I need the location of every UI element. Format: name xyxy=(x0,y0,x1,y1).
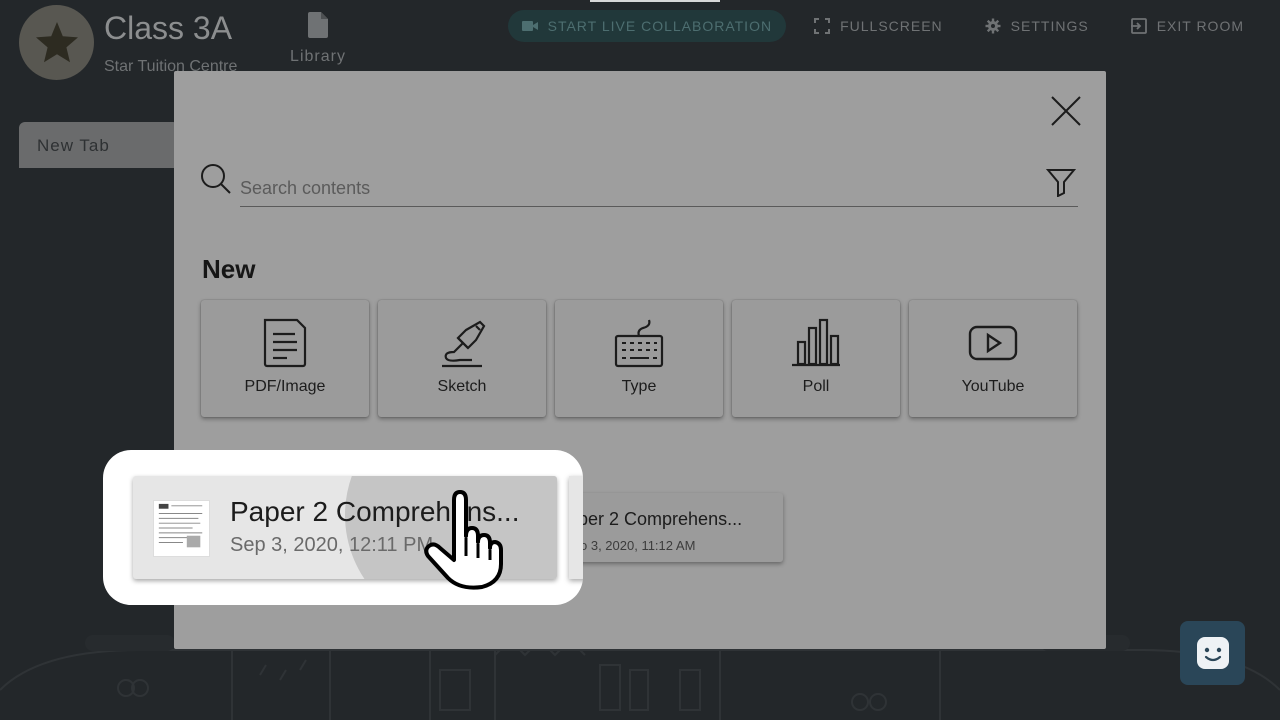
settings-label: SETTINGS xyxy=(1010,18,1089,34)
video-camera-icon xyxy=(521,21,538,31)
fullscreen-icon xyxy=(814,18,831,34)
new-item-label: Poll xyxy=(802,378,830,395)
new-tab-label: New Tab xyxy=(37,136,110,155)
exit-icon xyxy=(1130,18,1147,34)
file-thumbnail xyxy=(153,500,210,557)
smiley-face-icon xyxy=(1196,637,1229,669)
new-content-options: PDF/Image Sketch Type Poll YouTube xyxy=(201,300,1077,417)
search-input[interactable] xyxy=(240,161,1078,207)
search-icon xyxy=(201,164,231,194)
fullscreen-label: FULLSCREEN xyxy=(840,18,943,34)
new-item-label: Sketch xyxy=(437,378,487,395)
recent-file-date: o 3, 2020, 11:12 AM xyxy=(580,538,696,553)
keyboard-icon xyxy=(614,319,664,368)
file-icon xyxy=(308,12,328,38)
new-item-label: Type xyxy=(621,378,657,395)
document-icon xyxy=(263,318,307,368)
exit-room-button[interactable]: EXIT ROOM xyxy=(1117,10,1258,42)
recent-file-name: per 2 Comprehens... xyxy=(578,509,743,529)
search-bar xyxy=(200,161,1080,207)
chat-assistant-button[interactable] xyxy=(1180,621,1245,685)
recent-file-date: Sep 3, 2020, 12:11 PM xyxy=(230,534,434,556)
fullscreen-button[interactable]: FULLSCREEN xyxy=(800,10,957,42)
new-type-button[interactable]: Type xyxy=(555,300,723,417)
recent-file-card-edge xyxy=(569,476,583,579)
play-icon xyxy=(968,325,1018,361)
new-youtube-button[interactable]: YouTube xyxy=(909,300,1077,417)
top-indicator-line xyxy=(590,0,720,2)
start-live-collaboration-button[interactable]: START LIVE COLLABORATION xyxy=(507,10,787,42)
library-button[interactable]: Library xyxy=(282,12,354,66)
room-avatar xyxy=(19,5,94,80)
top-toolbar: START LIVE COLLABORATION FULLSCREEN SETT… xyxy=(507,10,1258,42)
new-item-label: YouTube xyxy=(961,378,1025,395)
new-pdf-image-button[interactable]: PDF/Image xyxy=(201,300,369,417)
new-poll-button[interactable]: Poll xyxy=(732,300,900,417)
new-sketch-button[interactable]: Sketch xyxy=(378,300,546,417)
live-label: START LIVE COLLABORATION xyxy=(547,18,773,34)
exit-room-label: EXIT ROOM xyxy=(1156,18,1244,34)
gear-icon xyxy=(985,18,1001,34)
settings-button[interactable]: SETTINGS xyxy=(971,10,1103,42)
library-label: Library xyxy=(290,48,346,65)
bar-chart-icon xyxy=(792,318,840,367)
hand-pointer-icon xyxy=(424,490,503,590)
room-title: Class 3A xyxy=(104,10,233,46)
new-section-heading: New xyxy=(202,254,256,284)
star-icon xyxy=(35,21,78,62)
pen-icon xyxy=(442,320,486,368)
zoom-highlight: Paper 2 Comprehens... Sep 3, 2020, 12:11… xyxy=(103,450,583,605)
close-icon[interactable] xyxy=(1050,95,1082,127)
new-item-label: PDF/Image xyxy=(244,378,326,395)
filter-icon[interactable] xyxy=(1046,167,1076,197)
recent-file-card[interactable]: per 2 Comprehens... o 3, 2020, 11:12 AM xyxy=(564,493,783,562)
tab-new-tab[interactable]: New Tab xyxy=(19,122,179,168)
document-thumbnail-icon xyxy=(158,503,203,548)
